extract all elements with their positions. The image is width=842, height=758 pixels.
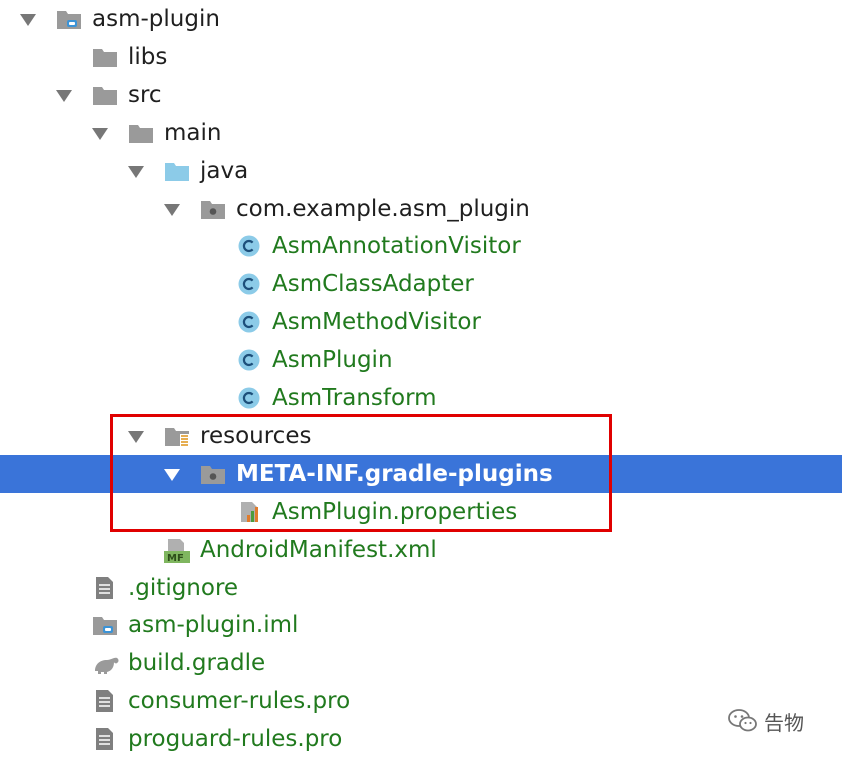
tree-item-label: main [164, 119, 222, 146]
tree-row[interactable]: asm-plugin.iml [0, 606, 842, 644]
tree-row[interactable]: asm-plugin [0, 0, 842, 38]
module-folder-icon [92, 614, 118, 636]
tree-item-label: AsmMethodVisitor [272, 309, 481, 336]
tree-row[interactable]: AsmAnnotationVisitor [0, 227, 842, 265]
tree-item-label: asm-plugin.iml [128, 612, 299, 639]
folder-icon [92, 84, 118, 106]
package-icon [200, 463, 226, 485]
tree-item-label: resources [200, 422, 312, 449]
tree-item-label: META-INF.gradle-plugins [236, 460, 553, 487]
tree-row[interactable]: consumer-rules.pro [0, 682, 842, 720]
class-icon [236, 387, 262, 409]
package-icon [200, 198, 226, 220]
tree-item-label: asm-plugin [92, 6, 220, 32]
tree-item-label: AsmPlugin [272, 347, 393, 374]
expand-arrow-icon[interactable] [56, 89, 72, 102]
tree-row[interactable]: .gitignore [0, 569, 842, 607]
expand-arrow-icon[interactable] [92, 127, 108, 140]
tree-item-label: AsmClassAdapter [272, 271, 474, 298]
tree-item-label: AsmPlugin.properties [272, 498, 518, 525]
text-file-icon [92, 576, 118, 599]
tree-item-label: AsmTransform [272, 385, 437, 411]
tree-item-label: libs [128, 43, 168, 70]
expand-arrow-icon[interactable] [128, 165, 144, 178]
class-icon [236, 273, 262, 295]
tree-item-label: build.gradle [128, 650, 266, 677]
svg-text:MF: MF [167, 553, 184, 563]
tree-row[interactable]: AsmMethodVisitor [0, 303, 842, 341]
folder-icon [128, 122, 154, 144]
properties-file-icon [236, 501, 262, 523]
expand-arrow-icon[interactable] [164, 203, 180, 216]
manifest-file-icon: MF [164, 538, 190, 564]
tree-row[interactable]: proguard-rules.pro [0, 720, 842, 758]
tree-row[interactable]: com.example.asm_plugin [0, 190, 842, 228]
tree-item-label: src [128, 81, 162, 108]
tree-item-label: .gitignore [128, 574, 239, 601]
watermark-text: 告物 [764, 710, 804, 735]
text-file-icon [92, 728, 118, 751]
tree-row[interactable]: build.gradle [0, 644, 842, 682]
folder-icon [92, 46, 118, 68]
wechat-icon [728, 709, 757, 732]
expand-arrow-icon[interactable] [128, 430, 144, 443]
class-icon [236, 311, 262, 333]
expand-arrow-icon[interactable] [164, 468, 180, 481]
tree-row[interactable]: src [0, 76, 842, 114]
tree-row[interactable]: main [0, 114, 842, 152]
tree-row[interactable]: java [0, 152, 842, 190]
tree-row[interactable]: AsmPlugin.properties [0, 493, 842, 531]
tree-item-label: proguard-rules.pro [128, 726, 343, 753]
tree-item-label: consumer-rules.pro [128, 688, 351, 715]
tree-row[interactable]: MF AndroidManifest.xml [0, 531, 842, 569]
class-icon [236, 349, 262, 371]
module-folder-icon [56, 8, 82, 30]
tree-item-label: AndroidManifest.xml [200, 536, 437, 563]
tree-row[interactable]: libs [0, 38, 842, 76]
tree-row[interactable]: resources [0, 417, 842, 455]
expand-arrow-icon[interactable] [20, 14, 36, 26]
class-icon [236, 235, 262, 257]
tree-row[interactable]: AsmPlugin [0, 341, 842, 379]
tree-item-label: AsmAnnotationVisitor [272, 233, 521, 260]
watermark: 告物 [728, 706, 804, 736]
tree-row[interactable]: AsmClassAdapter [0, 265, 842, 303]
tree-row[interactable]: AsmTransform [0, 379, 842, 417]
tree-item-label: java [200, 157, 249, 184]
tree-row[interactable]: META-INF.gradle-plugins [0, 454, 842, 493]
text-file-icon [92, 690, 118, 713]
resources-folder-icon [164, 425, 190, 447]
source-folder-icon [164, 160, 190, 182]
tree-item-label: com.example.asm_plugin [236, 195, 530, 222]
gradle-icon [92, 652, 119, 675]
